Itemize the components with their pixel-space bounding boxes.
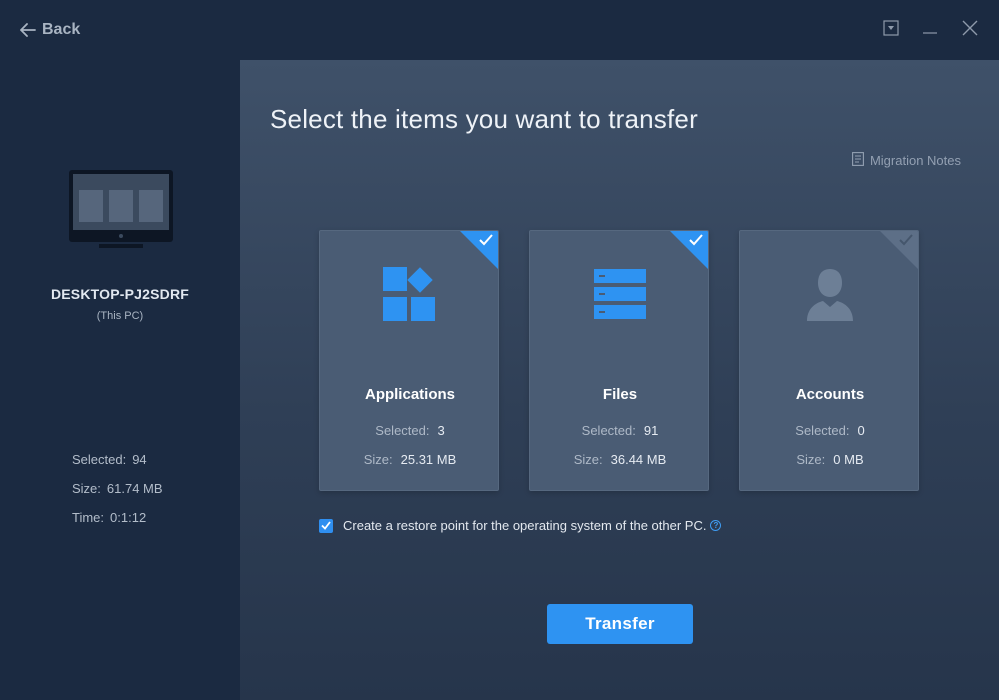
size-key: Size: <box>796 452 826 467</box>
stat-time: Time: 0:1:12 <box>72 510 146 525</box>
selected-value: 91 <box>643 423 659 438</box>
selected-value: 3 <box>437 423 445 438</box>
pc-name: DESKTOP-PJ2SDRF <box>50 286 190 302</box>
stat-size: Size: 61.74 MB <box>72 481 163 496</box>
close-button[interactable] <box>958 18 982 42</box>
checkmark-icon <box>321 518 331 533</box>
size-key: Size: <box>363 452 393 467</box>
checkmark-icon <box>688 233 704 252</box>
stat-value: 94 <box>132 452 147 467</box>
close-icon <box>961 19 979 42</box>
help-icon[interactable]: ? <box>710 520 722 531</box>
card-selected-row: Selected: 0 <box>740 423 918 438</box>
restore-point-option: Create a restore point for the operating… <box>319 518 722 533</box>
arrow-left-icon <box>20 23 36 37</box>
transfer-button[interactable]: Transfer <box>547 604 693 644</box>
monitor-icon <box>69 170 173 255</box>
card-label: Accounts <box>795 386 865 403</box>
main-panel: Select the items you want to transfer Mi… <box>240 60 999 700</box>
back-label: Back <box>42 21 81 38</box>
stat-label: Time: <box>72 510 105 525</box>
size-value: 36.44 MB <box>610 452 667 467</box>
user-account-icon <box>740 265 918 323</box>
dropdown-button[interactable] <box>879 18 903 42</box>
migration-notes-link[interactable]: Migration Notes <box>852 152 961 169</box>
dropdown-icon <box>883 19 899 41</box>
migration-notes-label: Migration Notes <box>869 153 961 168</box>
page-title: Select the items you want to transfer <box>270 104 698 134</box>
back-button[interactable]: Back <box>20 18 80 42</box>
card-label: Files <box>602 386 638 403</box>
size-key: Size: <box>573 452 603 467</box>
card-size-row: Size: 0 MB <box>740 452 918 467</box>
apps-grid-icon <box>320 265 498 323</box>
restore-point-label: Create a restore point for the operating… <box>343 518 707 533</box>
selected-value: 0 <box>857 423 865 438</box>
card-files[interactable]: Files Selected: 91 Size: 36.44 MB <box>529 230 709 491</box>
size-value: 0 MB <box>833 452 864 467</box>
selected-key: Selected: <box>795 423 850 438</box>
checkmark-icon <box>898 233 914 252</box>
stat-label: Size: <box>72 481 101 496</box>
minimize-icon <box>922 20 938 41</box>
restore-point-checkbox[interactable] <box>319 518 333 533</box>
checkmark-icon <box>478 233 494 252</box>
stat-label: Selected: <box>72 452 127 467</box>
card-applications[interactable]: Applications Selected: 3 Size: 25.31 MB <box>319 230 499 491</box>
card-accounts[interactable]: Accounts Selected: 0 Size: 0 MB <box>739 230 919 491</box>
card-size-row: Size: 36.44 MB <box>530 452 708 467</box>
stat-selected: Selected: 94 <box>72 452 147 467</box>
card-selected-row: Selected: 91 <box>530 423 708 438</box>
sidebar: DESKTOP-PJ2SDRF (This PC) Selected: 94 Si… <box>0 60 240 700</box>
card-selected-row: Selected: 3 <box>320 423 498 438</box>
card-size-row: Size: 25.31 MB <box>320 452 498 467</box>
files-stack-icon <box>530 265 708 323</box>
minimize-button[interactable] <box>918 18 942 42</box>
selected-key: Selected: <box>581 423 636 438</box>
pc-subtitle: (This PC) <box>96 310 144 322</box>
selected-key: Selected: <box>375 423 430 438</box>
title-bar: Back <box>0 0 999 60</box>
stat-value: 0:1:12 <box>110 510 147 525</box>
document-icon <box>852 152 864 169</box>
size-value: 25.31 MB <box>400 452 457 467</box>
stat-value: 61.74 MB <box>106 481 163 496</box>
card-label: Applications <box>364 386 455 403</box>
